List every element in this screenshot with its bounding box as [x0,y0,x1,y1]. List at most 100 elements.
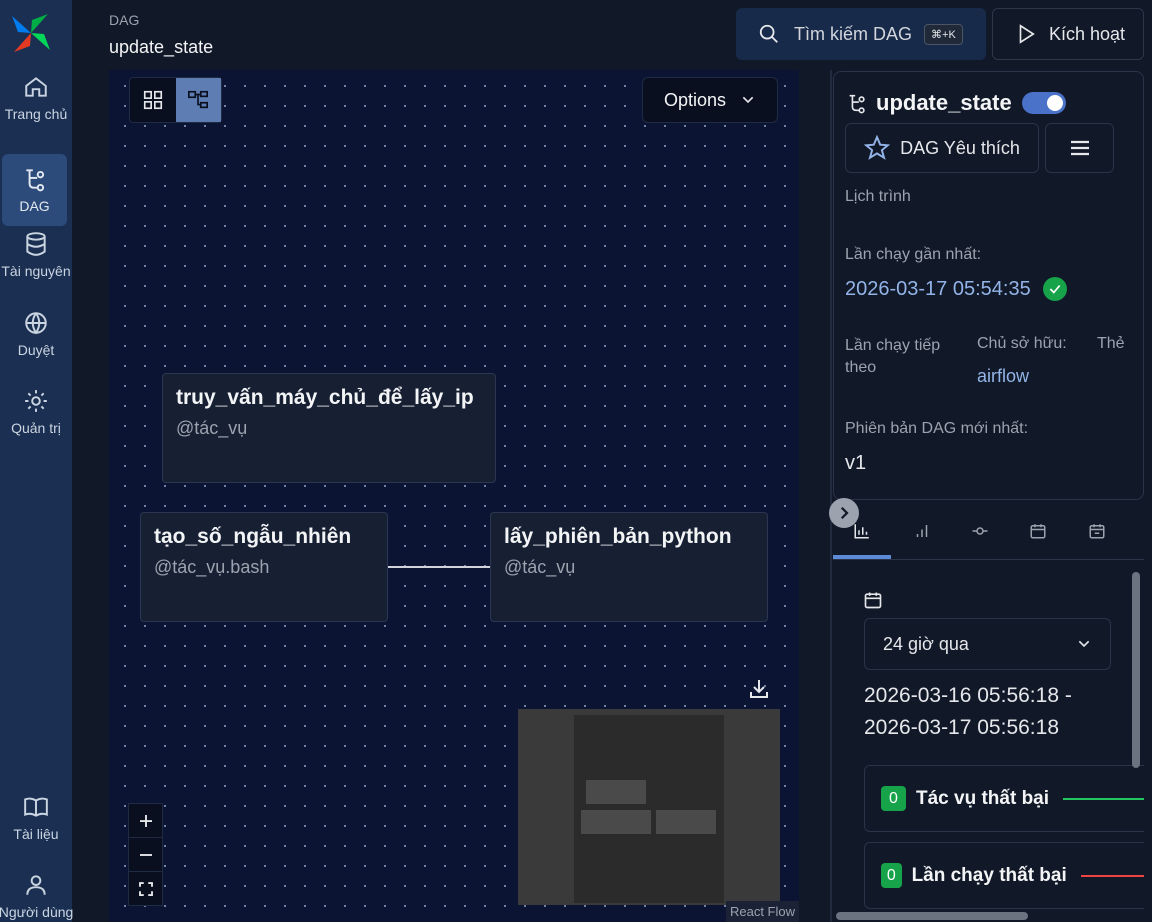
download-icon[interactable] [747,677,771,701]
success-status-icon [1042,277,1067,301]
count-badge: 0 [881,786,906,811]
user-icon [26,875,46,895]
menu-icon [1070,140,1089,156]
sidebar-item-label: DAG [19,198,50,214]
minimap[interactable] [518,709,780,905]
sidebar-item-browse[interactable]: Duyệt [0,298,72,370]
version-label: Phiên bản DAG mới nhất: [845,420,1029,437]
trigger-label: Kích hoạt [1049,23,1126,44]
dag-id-title: update_state [876,90,1012,115]
react-flow-attribution[interactable]: React Flow [725,901,799,922]
task-node-title: truy_vấn_máy_chủ_để_lấy_ip [176,386,474,409]
horizontal-scrollbar[interactable] [836,912,1028,920]
last-run-link[interactable]: 2026-03-17 05:54:35 [845,277,1067,301]
minimap-node [581,810,651,834]
sidebar-item-docs[interactable]: Tài liệu [0,782,72,854]
calendar-icon [864,592,882,609]
trigger-dag-button[interactable]: Kích hoạt [992,8,1144,60]
graph-icon [188,90,209,109]
graph-edge [388,566,491,568]
sidebar-item-home[interactable]: Trang chủ [0,62,72,134]
dag-icon [25,169,44,192]
search-shortcut-badge: ⌘+K [924,23,963,45]
dag-title-row: update_state [846,90,1066,116]
details-tabs [833,510,1144,560]
task-node[interactable]: truy_vấn_máy_chủ_để_lấy_ip @tác_vụ [162,373,496,483]
view-toggle [129,77,222,123]
page-title: update_state [109,37,214,57]
graph-view-button[interactable] [175,78,221,122]
sidebar-item-label: Quản trị [11,420,61,436]
chevron-down-icon [1078,640,1090,648]
active-tab-indicator [833,555,891,559]
sidebar-item-label: Tài nguyên [1,263,71,279]
owner-link[interactable]: airflow [977,366,1029,387]
owner-label: Chủ sở hữu: [977,335,1067,352]
sidebar-item-assets[interactable]: Tài nguyên [0,219,72,291]
task-node-operator: @tác_vụ [176,418,248,438]
options-label: Options [663,89,727,110]
task-node-operator: @tác_vụ [504,557,576,577]
airflow-logo[interactable] [8,10,54,56]
search-label: Tìm kiếm DAG [794,23,913,44]
task-node[interactable]: lấy_phiên_bản_python @tác_vụ [490,512,768,622]
minimap-viewport [574,715,724,903]
sidebar-item-admin[interactable]: Quản trị [0,376,72,448]
chevron-down-icon [742,96,754,104]
sidebar-item-label: Duyệt [17,342,55,358]
tab-runs[interactable] [913,522,933,542]
minimap-node [656,810,716,834]
sidebar-item-dag[interactable]: DAG [2,154,67,226]
stat-line [1063,797,1144,800]
tab-tasks[interactable] [971,522,991,542]
zoom-out-button[interactable] [129,838,162,872]
stat-line [1080,874,1144,877]
minus-icon [139,853,152,856]
calendar-event-icon [1089,524,1105,539]
dag-icon [849,94,865,114]
zoom-controls [128,803,163,906]
sidebar-item-label: Tài liệu [13,826,59,842]
options-button[interactable]: Options [642,77,778,123]
home-icon [25,77,47,97]
fit-view-button[interactable] [129,872,162,906]
range-end: 2026-03-17 05:56:18 [864,716,1059,739]
gear-icon [25,390,47,412]
stats-panel: 24 giờ qua 2026-03-16 05:56:18 - 2026-03… [833,562,1144,922]
tags-label: Thẻ [1097,335,1125,352]
zoom-in-button[interactable] [129,804,162,838]
next-run-label: Lần chạy tiếp theo [845,337,941,376]
dag-pause-toggle[interactable] [1021,92,1066,114]
panel-divider[interactable] [830,70,832,922]
vertical-scrollbar[interactable] [1132,572,1140,768]
time-range-select[interactable]: 24 giờ qua [864,618,1111,670]
graph-canvas[interactable]: Options truy_vấn_máy_chủ_để_lấy_ip @tác_… [109,70,799,922]
grid-view-button[interactable] [130,78,176,122]
breadcrumb[interactable]: DAG [109,12,139,28]
search-dag-button[interactable]: Tìm kiếm DAG ⌘+K [736,8,986,60]
globe-icon [25,312,47,335]
failed-tasks-card[interactable]: 0 Tác vụ thất bại [864,765,1144,832]
tab-stats[interactable] [853,522,873,542]
sidebar-item-label: Trang chủ [4,106,68,122]
time-range-value: 24 giờ qua [883,633,969,654]
minimap-node [586,780,646,804]
range-start: 2026-03-16 05:56:18 - [864,684,1072,707]
tab-calendar[interactable] [1029,522,1049,542]
task-node-title: tạo_số_ngẫu_nhiên [154,525,352,548]
grid-icon [143,90,162,110]
tab-events[interactable] [1088,522,1108,542]
stat-label: Lần chạy thất bại [911,864,1067,886]
failed-runs-card[interactable]: 0 Lần chạy thất bại [864,842,1144,909]
menu-button[interactable] [1045,123,1114,173]
plus-icon [139,814,152,827]
fit-view-icon [138,882,153,896]
sidebar-item-user[interactable]: Người dùng [0,860,73,922]
play-icon [1019,24,1035,44]
book-icon [24,797,48,817]
favorite-button[interactable]: DAG Yêu thích [845,123,1039,173]
task-node[interactable]: tạo_số_ngẫu_nhiên @tác_vụ.bash [140,512,388,622]
time-range-text: 2026-03-16 05:56:18 - 2026-03-17 05:56:1… [864,680,1072,744]
search-icon [759,24,778,43]
task-node-title: lấy_phiên_bản_python [504,525,732,548]
